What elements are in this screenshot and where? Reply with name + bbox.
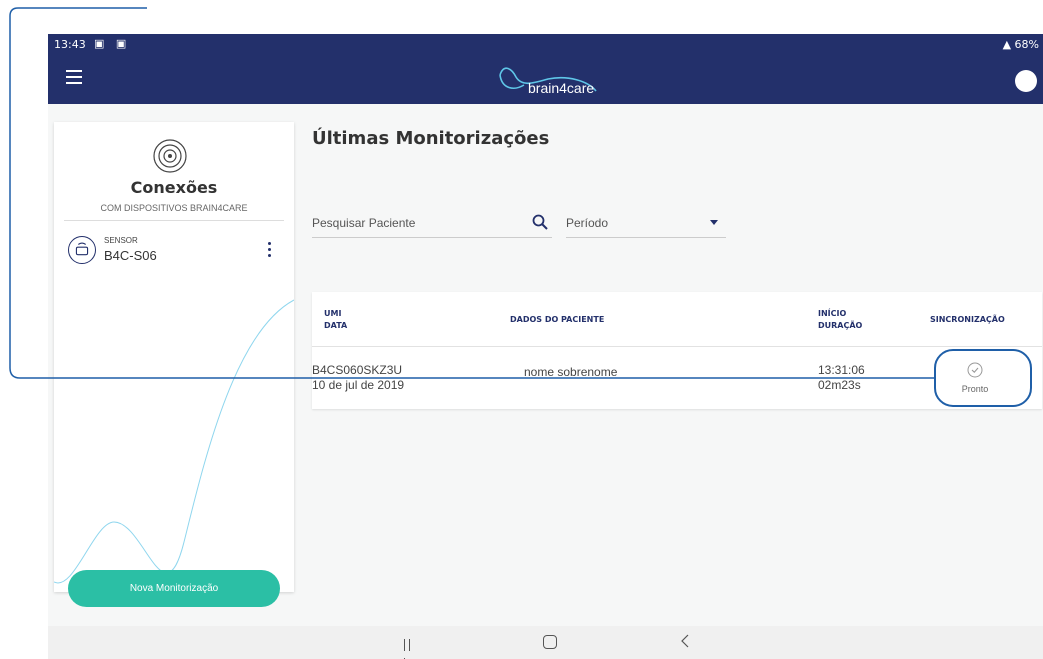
- battery-text: 68%: [1014, 38, 1039, 51]
- connections-panel: Conexões COM DISPOSITIVOS BRAIN4CARE SEN…: [54, 122, 294, 592]
- signal-icon: ▲: [1002, 38, 1012, 51]
- connections-subtitle: COM DISPOSITIVOS BRAIN4CARE: [100, 203, 248, 213]
- sync-status: Pronto: [961, 384, 989, 394]
- search-icon[interactable]: [532, 214, 548, 230]
- wireless-signal-icon: [153, 139, 187, 173]
- header-start-label: INÍCIO: [818, 309, 847, 318]
- connections-title: Conexões: [130, 178, 218, 197]
- caret-down-icon: [710, 220, 718, 225]
- device-screen: 13:43 ▣ ▣ ▲ 68% brain4care Conexões COM …: [48, 34, 1043, 659]
- hamburger-menu-icon[interactable]: [66, 70, 82, 84]
- person-icon: ▣: [115, 37, 131, 50]
- period-select[interactable]: Período: [566, 208, 726, 238]
- header-umi: UMI DATA: [324, 308, 347, 332]
- status-right: ▲ 68%: [1003, 38, 1039, 51]
- check-circle-icon: [967, 362, 983, 378]
- android-nav-bar: [48, 626, 1043, 659]
- new-monitoring-button[interactable]: Nova Monitorização: [68, 570, 280, 607]
- page-title: Últimas Monitorizações: [312, 128, 550, 149]
- back-icon[interactable]: [680, 634, 690, 648]
- notification-icons: ▣ ▣: [94, 37, 130, 50]
- header-start: INÍCIO DURAÇÃO: [818, 308, 862, 332]
- home-icon[interactable]: [543, 635, 557, 649]
- row-patient: nome sobrenome: [524, 365, 618, 379]
- status-time: 13:43: [54, 38, 86, 51]
- more-vert-icon[interactable]: [268, 242, 272, 258]
- sensor-name[interactable]: B4C-S06: [104, 248, 157, 263]
- header-patient: DADOS DO PACIENTE: [510, 315, 605, 324]
- header-data-label: DATA: [324, 321, 348, 330]
- monitoring-table: UMI DATA DADOS DO PACIENTE INÍCIO DURAÇÃ…: [312, 292, 1042, 409]
- row-umi: B4CS060SKZ3U: [312, 363, 403, 377]
- header-sync: SINCRONIZAÇÃO: [930, 315, 1005, 324]
- row-start: 13:31:06: [818, 363, 865, 377]
- sensor-label: SENSOR: [104, 236, 138, 245]
- logo-text: brain4care: [528, 80, 595, 96]
- row-duration: 02m23s: [818, 378, 861, 392]
- recent-apps-icon[interactable]: [404, 636, 418, 659]
- image-icon: ▣: [94, 37, 109, 50]
- table-row[interactable]: B4CS060SKZ3U 10 de jul de 2019 nome sobr…: [312, 347, 1042, 409]
- period-value: Período: [566, 216, 609, 230]
- decorative-wave: [54, 299, 294, 584]
- header-duration-label: DURAÇÃO: [818, 321, 863, 330]
- avatar-icon[interactable]: [1015, 70, 1037, 92]
- status-bar: 13:43 ▣ ▣ ▲ 68%: [48, 34, 1043, 56]
- sensor-icon: [68, 236, 96, 264]
- sidebar-divider: [64, 220, 284, 221]
- header-umi-label: UMI: [324, 309, 342, 318]
- app-bar: brain4care: [48, 56, 1043, 104]
- search-placeholder: Pesquisar Paciente: [312, 216, 416, 230]
- row-date: 10 de jul de 2019: [312, 378, 405, 392]
- search-input[interactable]: Pesquisar Paciente: [312, 208, 552, 238]
